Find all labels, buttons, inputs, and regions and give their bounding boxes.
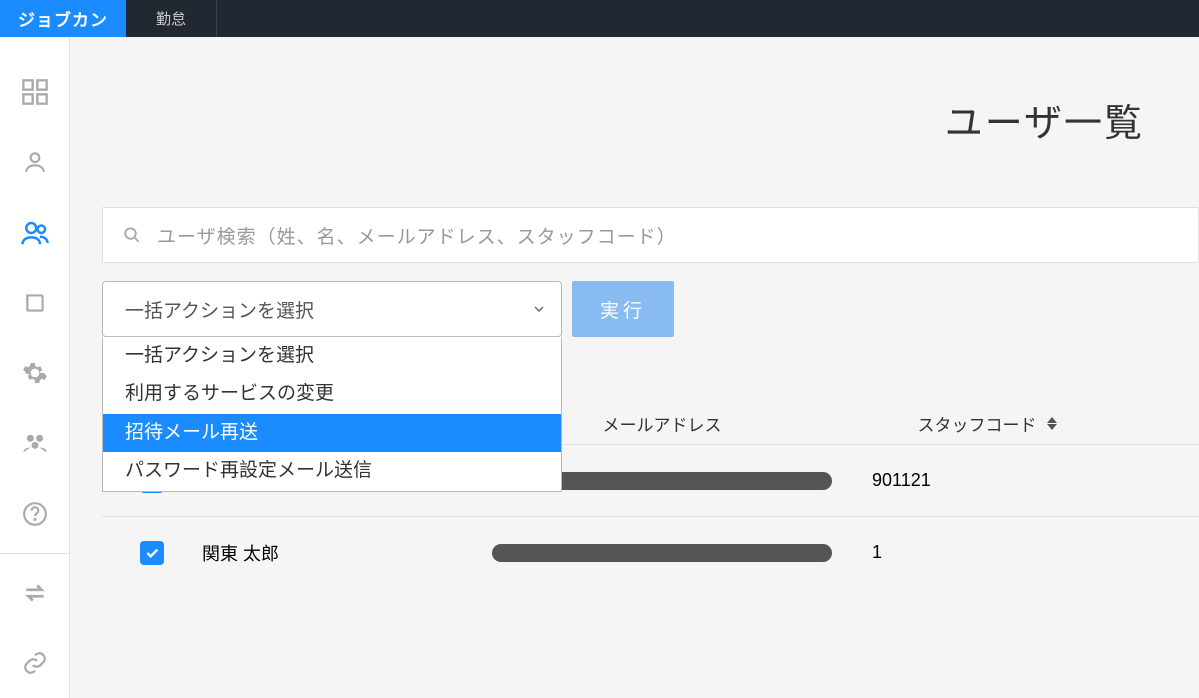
transfer-icon[interactable] [0,558,70,628]
group-icon[interactable] [0,408,70,478]
users-icon[interactable] [0,197,70,267]
link-icon[interactable] [0,628,70,698]
help-icon[interactable] [0,478,70,548]
staff-code: 1 [872,542,1102,563]
topnav-attendance[interactable]: 勤怠 [126,0,217,37]
row-checkbox[interactable] [140,541,164,565]
bulk-action-select[interactable]: 一括アクションを選択 [102,281,562,337]
chevron-down-icon [531,301,547,317]
sidebar [0,37,70,698]
staff-code: 901121 [872,470,1102,491]
book-icon[interactable] [0,268,70,338]
email-redacted [492,544,832,562]
dropdown-option[interactable]: パスワード再設定メール送信 [103,452,561,490]
bulk-action-dropdown: 一括アクションを選択 利用するサービスの変更 招待メール再送 パスワード再設定メ… [102,337,562,492]
table-row: 関東 太郎 1 [102,516,1199,588]
search-input[interactable]: ユーザ検索（姓、名、メールアドレス、スタッフコード） [102,207,1199,263]
execute-button[interactable]: 実行 [572,281,674,337]
search-icon [123,226,141,244]
user-icon[interactable] [0,127,70,197]
top-bar: ジョブカン 勤怠 [0,0,1199,37]
user-name: 関東 太郎 [202,540,452,566]
dropdown-option[interactable]: 招待メール再送 [103,414,561,452]
dropdown-option[interactable]: 一括アクションを選択 [103,337,561,375]
divider [0,553,69,554]
main-content: ユーザ一覧 ユーザ検索（姓、名、メールアドレス、スタッフコード） 一括アクション… [70,37,1199,698]
dropdown-option[interactable]: 利用するサービスの変更 [103,375,561,413]
sort-icon[interactable] [1047,417,1057,430]
bulk-action-selected: 一括アクションを選択 [125,296,314,323]
gear-icon[interactable] [0,338,70,408]
brand-logo[interactable]: ジョブカン [0,0,126,37]
page-title: ユーザ一覧 [70,37,1199,207]
search-placeholder: ユーザ検索（姓、名、メールアドレス、スタッフコード） [157,222,677,249]
header-code[interactable]: スタッフコード [872,411,1102,436]
dashboard-icon[interactable] [0,57,70,127]
